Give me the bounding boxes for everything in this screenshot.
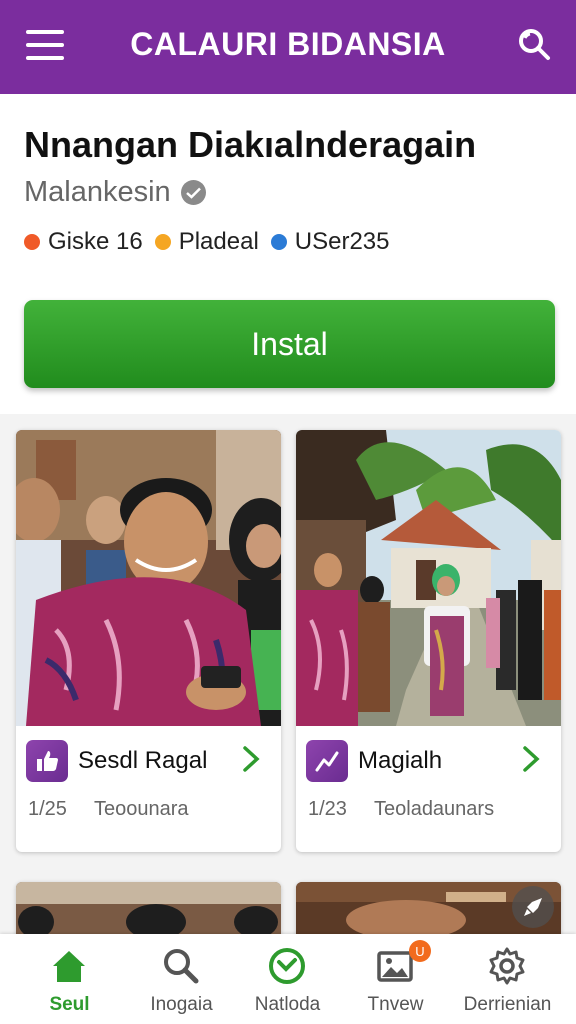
search-icon[interactable] xyxy=(516,26,552,62)
verified-badge-icon xyxy=(180,180,206,205)
nav-label: Natloda xyxy=(254,994,321,1015)
card-title: Sesdl Ragal xyxy=(78,747,208,774)
nav-item-search[interactable]: Inogaia xyxy=(124,934,239,1024)
card-count: 1/25 xyxy=(28,798,67,820)
meta-item-users: USer235 xyxy=(270,228,390,256)
chevron-right-icon[interactable] xyxy=(239,744,263,774)
developer-row[interactable]: Malankesin xyxy=(24,176,206,209)
nav-label: Tnvew xyxy=(367,994,424,1015)
install-button[interactable]: Instal xyxy=(24,300,555,388)
chevron-right-icon[interactable] xyxy=(519,744,543,774)
home-icon xyxy=(53,951,85,982)
gear-icon xyxy=(489,947,525,985)
app-info-panel: Nnangan Diakıalnderagain Malankesin Gisk… xyxy=(0,94,576,414)
card-photo xyxy=(296,430,561,726)
app-screen: CALAURI BIDANSIA Nnangan Diakıalnderagai… xyxy=(0,0,576,1024)
top-app-bar: CALAURI BIDANSIA xyxy=(0,0,576,94)
app-title: Nnangan Diakıalnderagain xyxy=(24,124,477,165)
thumbs-up-icon xyxy=(26,740,68,782)
meta-row: Giske 16 Pladeal USer235 xyxy=(24,228,402,256)
photo-image xyxy=(16,882,281,942)
nav-item-home[interactable]: Seul xyxy=(12,934,127,1024)
screenshot-card[interactable]: Sesdl Ragal 1/25 Teoounara xyxy=(16,430,281,852)
nav-item-settings[interactable]: Derrienian xyxy=(450,934,565,1024)
nav-item-media[interactable]: U Tnvew xyxy=(338,934,453,1024)
card-count: 1/23 xyxy=(308,798,347,820)
meta-label: Giske 16 xyxy=(48,228,143,255)
orange-dot-icon xyxy=(24,234,40,250)
nav-item-check[interactable]: Natloda xyxy=(230,934,345,1024)
nav-label: Derrienian xyxy=(463,994,552,1015)
nav-label: Seul xyxy=(49,994,90,1015)
yellow-dot-icon xyxy=(154,234,171,250)
card-subtitle: Teoounara xyxy=(94,798,189,820)
notification-badge: U xyxy=(409,940,431,962)
check-circle-icon xyxy=(269,948,305,984)
trend-line-icon xyxy=(306,740,348,782)
rocket-fab-icon[interactable] xyxy=(512,886,554,928)
screenshot-card[interactable] xyxy=(16,882,281,942)
bottom-navigation: Seul Inogaia Natloda U Tnvew Derrienian xyxy=(0,934,576,1024)
meta-label: USer235 xyxy=(294,228,390,255)
search-icon xyxy=(164,949,199,984)
photo-image xyxy=(296,430,561,726)
card-title: Magialh xyxy=(358,747,443,774)
meta-item-category: Pladeal xyxy=(154,228,259,256)
app-bar-title: CALAURI BIDANSIA xyxy=(130,26,446,62)
card-subtitle: Teoladaunars xyxy=(374,798,495,820)
developer-name[interactable]: Malankesin xyxy=(24,176,171,209)
nav-label: Inogaia xyxy=(150,994,213,1015)
card-photo xyxy=(16,430,281,726)
screenshot-card[interactable]: Magialh 1/23 Teoladaunars xyxy=(296,430,561,852)
meta-item-rating: Giske 16 xyxy=(24,228,143,256)
photo-image xyxy=(16,430,281,726)
blue-location-dot-icon xyxy=(270,234,287,250)
meta-label: Pladeal xyxy=(178,228,259,255)
